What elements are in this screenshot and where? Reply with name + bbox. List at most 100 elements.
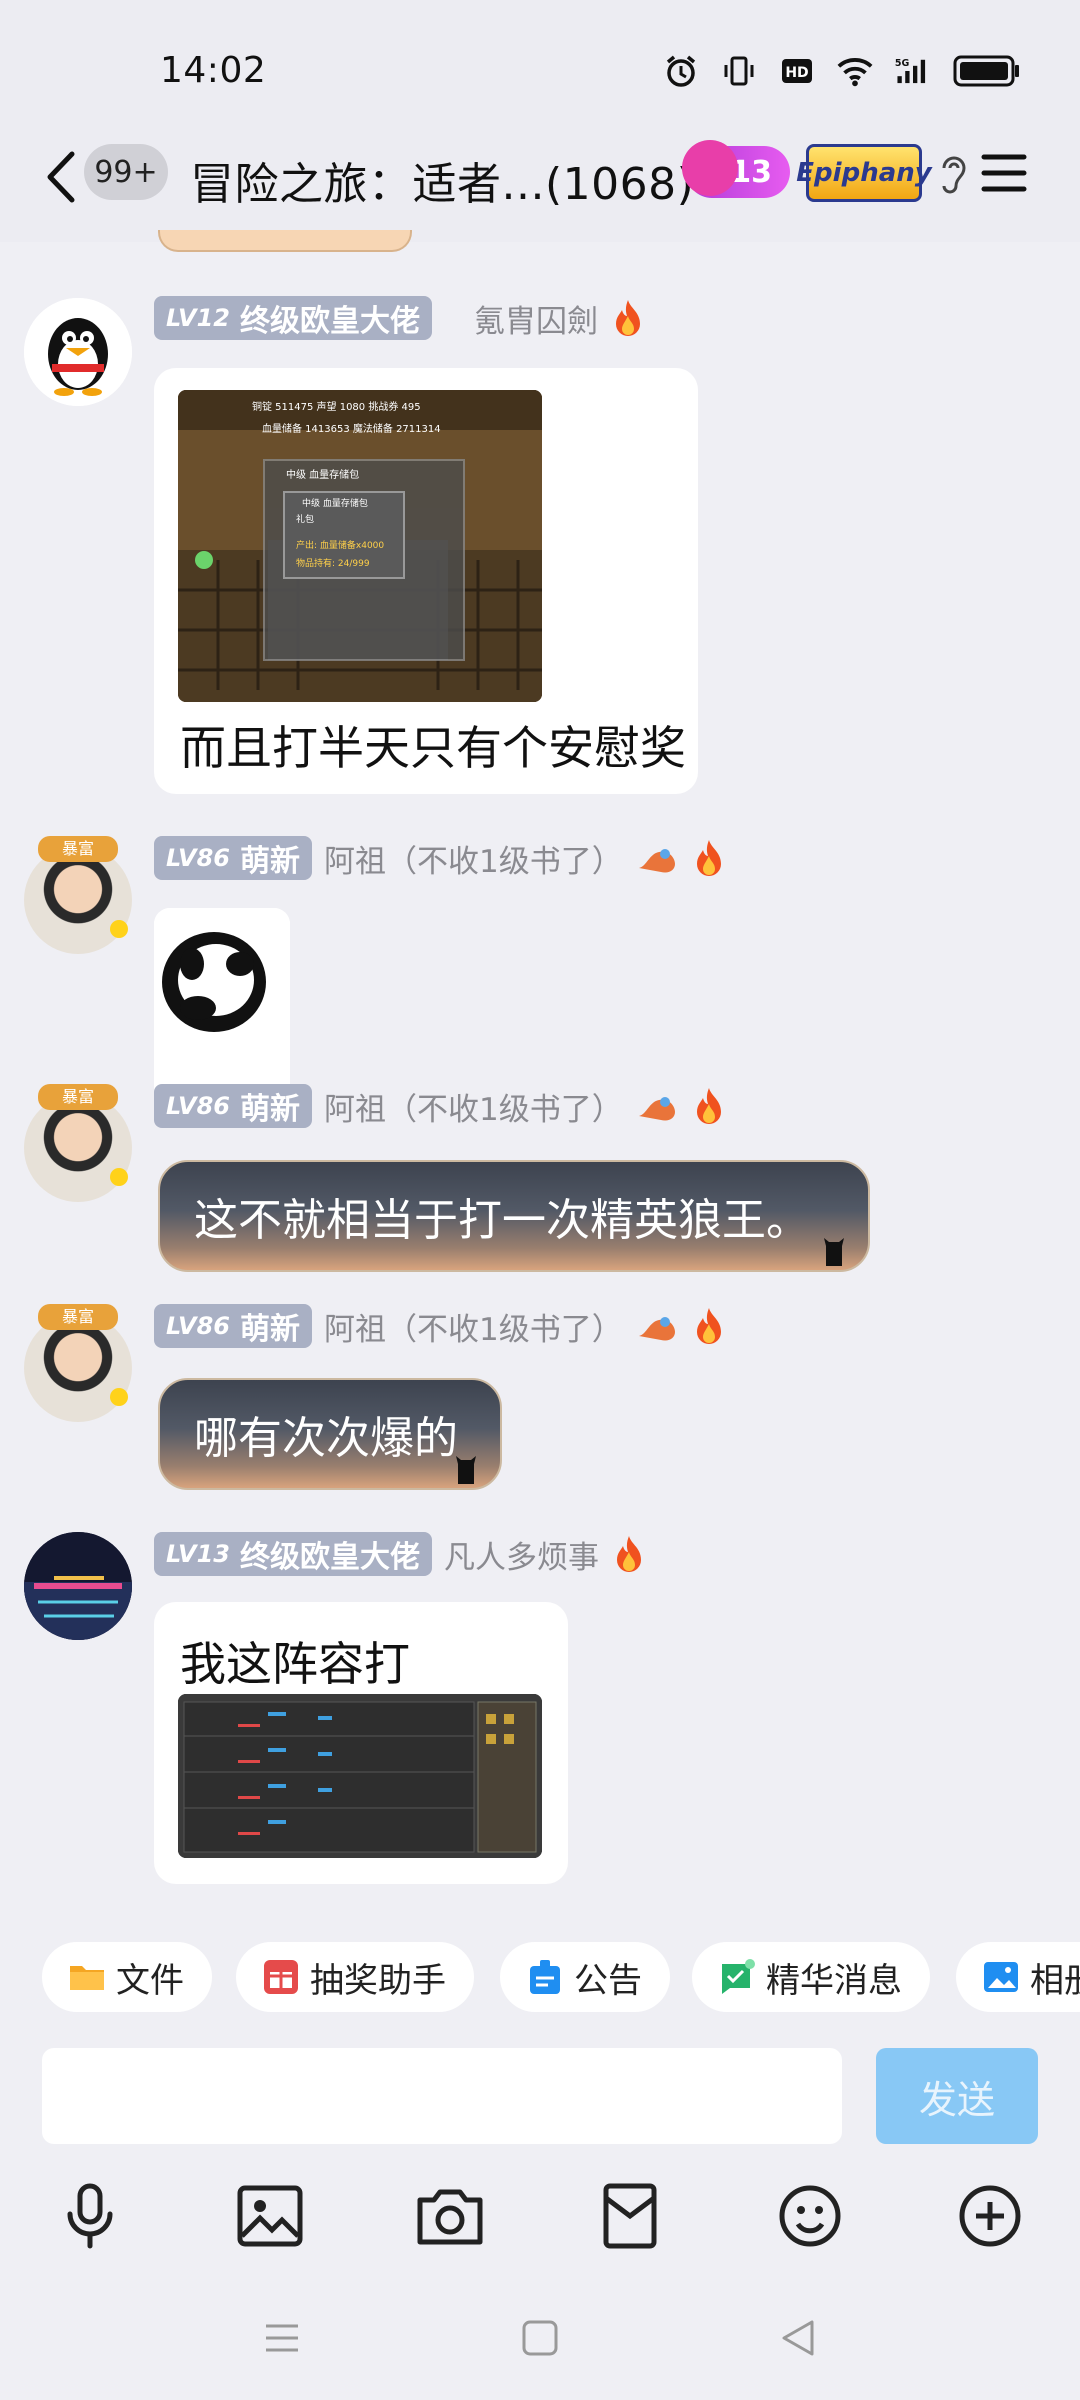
message-meta: LV86 萌新 阿祖（不收1级书了） bbox=[154, 836, 727, 880]
menu-button[interactable] bbox=[980, 150, 1028, 196]
level-number: LV12 bbox=[166, 304, 230, 332]
epiphany-badge[interactable]: Epiphany bbox=[796, 144, 932, 202]
square-icon bbox=[522, 2320, 558, 2356]
avatar[interactable] bbox=[24, 1532, 132, 1640]
triangle-back-icon bbox=[782, 2320, 814, 2356]
back-button[interactable] bbox=[40, 150, 84, 204]
message-text: 哪有次次爆的 bbox=[194, 1413, 458, 1464]
message-bubble[interactable]: 这不就相当于打一次精英狼王。 bbox=[158, 1160, 870, 1272]
dragon-icon bbox=[638, 1097, 675, 1121]
message-meta: LV86 萌新 阿祖（不收1级书了） bbox=[154, 1304, 727, 1348]
level-tag: LV13 终级欧皇大佬 bbox=[154, 1532, 432, 1576]
chip-label: 公告 bbox=[574, 1960, 642, 2001]
top-bar: 14:02 HD 5G 99+ 冒险之旅：适者...(1068) 13 Epip… bbox=[0, 0, 1080, 242]
photo-button[interactable] bbox=[234, 2180, 306, 2252]
level-number: LV86 bbox=[166, 1092, 230, 1120]
svg-text:HD: HD bbox=[785, 65, 808, 81]
recent-apps-button[interactable] bbox=[262, 2318, 302, 2362]
alarm-icon bbox=[662, 52, 700, 90]
level-title: 萌新 bbox=[239, 844, 300, 879]
previous-message-edge bbox=[158, 230, 412, 252]
ear-icon[interactable] bbox=[936, 152, 970, 196]
red-packet-icon bbox=[603, 2183, 657, 2249]
announcement-icon bbox=[530, 1960, 560, 1994]
svg-text:5G: 5G bbox=[895, 58, 910, 69]
avatar[interactable]: 暴富 bbox=[10, 836, 140, 956]
quick-action-bar: 文件 抽奖助手 公告 精华消息 相册 bbox=[0, 1942, 1080, 2018]
more-button[interactable] bbox=[954, 2180, 1026, 2252]
message-meta: LV86 萌新 阿祖（不收1级书了） bbox=[154, 1084, 727, 1128]
voice-button[interactable] bbox=[54, 2180, 126, 2252]
message-bubble[interactable]: 哪有次次爆的 bbox=[158, 1378, 502, 1490]
penguin-avatar-icon bbox=[24, 298, 132, 406]
avatar[interactable]: 暴富 bbox=[10, 1304, 140, 1424]
game-resource-line: 铜锭 511475 声望 1080 挑战券 495 bbox=[252, 402, 421, 413]
chip-files[interactable]: 文件 bbox=[42, 1942, 212, 2012]
chip-highlights[interactable]: 精华消息 bbox=[692, 1942, 930, 2012]
level-number: LV86 bbox=[166, 844, 230, 872]
sender-nickname[interactable]: 阿祖（不收1级书了） bbox=[324, 1304, 623, 1349]
game-reserve-line: 血量储备 1413653 魔法储备 2711314 bbox=[262, 424, 441, 435]
game-screenshot-image[interactable]: 铜锭 511475 声望 1080 挑战券 495 血量储备 1413653 魔… bbox=[178, 390, 542, 702]
chip-announcement[interactable]: 公告 bbox=[500, 1942, 670, 2012]
message-text: 而且打半天只有个安慰奖 bbox=[180, 721, 686, 775]
message-bubble[interactable]: 铜锭 511475 声望 1080 挑战券 495 血量储备 1413653 魔… bbox=[154, 368, 698, 794]
microphone-icon bbox=[67, 2183, 113, 2249]
game-popup-holding: 物品持有: 24/999 bbox=[296, 559, 370, 569]
level-title: 终级欧皇大佬 bbox=[239, 1540, 420, 1575]
camera-button[interactable] bbox=[414, 2180, 486, 2252]
level-title: 萌新 bbox=[239, 1092, 300, 1127]
chip-label: 相册 bbox=[1030, 1960, 1080, 2001]
level-title: 萌新 bbox=[239, 1312, 300, 1347]
game-item-title: 中级 血量存储包 bbox=[286, 470, 360, 481]
avatar[interactable]: 暴富 bbox=[10, 1084, 140, 1204]
chip-album[interactable]: 相册 bbox=[956, 1942, 1080, 2012]
smiley-icon bbox=[779, 2185, 841, 2247]
fire-icon bbox=[696, 840, 721, 876]
sender-nickname[interactable]: 氪胄囚劍 bbox=[474, 296, 598, 341]
album-icon bbox=[984, 1962, 1018, 1992]
cat-silhouette-icon bbox=[456, 1456, 476, 1484]
level-number: LV86 bbox=[166, 1312, 230, 1340]
home-button[interactable] bbox=[520, 2318, 560, 2362]
chip-label: 精华消息 bbox=[766, 1960, 902, 2001]
emoji-button[interactable] bbox=[774, 2180, 846, 2252]
level-tag: LV12 终级欧皇大佬 bbox=[154, 296, 432, 340]
red-packet-button[interactable] bbox=[594, 2180, 666, 2252]
avatar[interactable] bbox=[24, 298, 132, 406]
system-nav-bar bbox=[0, 2300, 1080, 2400]
group-flame-badge[interactable]: 13 bbox=[682, 140, 790, 198]
message-text: 我这阵容打 bbox=[180, 1637, 410, 1691]
chip-label: 文件 bbox=[116, 1960, 184, 2001]
signal-5g-icon: 5G bbox=[894, 52, 932, 90]
message-bubble[interactable]: 我这阵容打 bbox=[154, 1602, 568, 1884]
chip-lottery-assistant[interactable]: 抽奖助手 bbox=[236, 1942, 474, 2012]
level-title: 终级欧皇大佬 bbox=[239, 304, 420, 339]
fire-icon bbox=[616, 1536, 641, 1572]
fire-icon bbox=[615, 300, 640, 336]
chevron-left-icon bbox=[47, 151, 75, 203]
message-text: 这不就相当于打一次精英狼王。 bbox=[194, 1195, 810, 1246]
status-time: 14:02 bbox=[160, 50, 267, 91]
fire-icon bbox=[696, 1088, 721, 1124]
gift-icon bbox=[264, 1960, 298, 1994]
folder-icon bbox=[70, 1966, 104, 1990]
sender-nickname[interactable]: 阿祖（不收1级书了） bbox=[324, 1084, 623, 1129]
sender-nickname[interactable]: 凡人多烦事 bbox=[444, 1532, 599, 1577]
send-button[interactable]: 发送 bbox=[876, 2048, 1038, 2144]
chat-title[interactable]: 冒险之旅：适者...(1068) bbox=[190, 148, 694, 212]
input-toolbar bbox=[0, 2180, 1080, 2260]
highlights-icon bbox=[720, 1959, 755, 1994]
hamburger-icon bbox=[981, 154, 1027, 192]
unread-badge[interactable]: 99+ bbox=[84, 144, 168, 200]
sender-nickname[interactable]: 阿祖（不收1级书了） bbox=[324, 836, 623, 881]
chat-screen: 14:02 HD 5G 99+ 冒险之旅：适者...(1068) 13 Epip… bbox=[0, 0, 1080, 2400]
lineup-table-graphic bbox=[178, 1694, 542, 1858]
fire-icon bbox=[696, 1308, 721, 1344]
back-nav-button[interactable] bbox=[778, 2318, 818, 2362]
dragon-icon bbox=[638, 1317, 675, 1341]
image-icon bbox=[237, 2185, 303, 2247]
message-input[interactable] bbox=[42, 2048, 842, 2144]
menu-lines-icon bbox=[266, 2324, 298, 2352]
lineup-screenshot-image[interactable] bbox=[178, 1694, 542, 1858]
